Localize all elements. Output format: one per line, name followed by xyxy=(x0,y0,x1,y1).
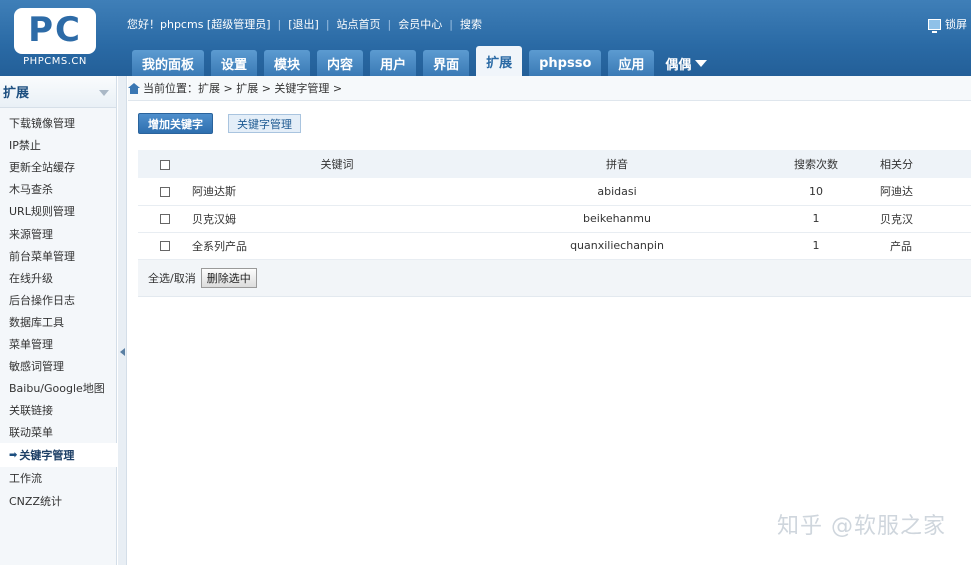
cell-related: 贝克汉 xyxy=(880,212,913,226)
home-icon[interactable] xyxy=(128,82,140,94)
sidebar-item-linkage-menu[interactable]: 联动菜单 xyxy=(0,421,116,443)
collapse-icon[interactable] xyxy=(99,90,109,96)
main-content: 当前位置：扩展 > 扩展 > 关键字管理 > 增加关键字 关键字管理 关键词 拼… xyxy=(128,76,971,565)
cell-count: 1 xyxy=(812,239,820,252)
sidebar-item-sources[interactable]: 来源管理 xyxy=(0,222,116,244)
sidebar-item-update-cache[interactable]: 更新全站缓存 xyxy=(0,156,116,178)
monitor-icon xyxy=(928,18,941,33)
sidebar-item-keywords[interactable]: ➡ 关键字管理 xyxy=(0,443,117,468)
cell-count: 1 xyxy=(812,212,820,225)
phpcms-logo[interactable]: PC PHPCMS.CN xyxy=(14,8,96,68)
logo-text: PHPCMS.CN xyxy=(23,56,87,67)
tab-extensions[interactable]: 扩展 xyxy=(476,46,523,76)
sidebar-item-online-upgrade[interactable]: 在线升级 xyxy=(0,267,116,289)
sidebar-splitter[interactable] xyxy=(118,76,127,565)
logout-link[interactable]: [退出] xyxy=(288,16,319,32)
cell-count: 10 xyxy=(809,184,823,198)
chevron-down-icon xyxy=(695,59,708,67)
table-row: 阿迪达斯 abidasi 10 阿迪达 xyxy=(138,178,971,205)
cell-pinyin: quanxiliechanpin xyxy=(570,239,664,252)
tab-modules[interactable]: 模块 xyxy=(264,50,311,76)
action-toolbar: 增加关键字 关键字管理 xyxy=(138,113,301,134)
dropdown-label: 偶偶 xyxy=(665,57,692,73)
table-row: 全系列产品 quanxiliechanpin 1 产品 xyxy=(138,232,971,259)
keyword-table-wrap: 关键词 拼音 搜索次数 相关分 阿迪达斯 abidasi 10 阿迪达 贝克汉姆 xyxy=(138,150,971,260)
cell-pinyin: beikehanmu xyxy=(583,212,651,225)
greeting-text: 您好！phpcms [超级管理员] xyxy=(127,18,271,31)
cell-keyword: 全系列产品 xyxy=(192,239,247,253)
tab-more-dropdown[interactable]: 偶偶 xyxy=(661,50,711,76)
sidebar-item-sensitive-words[interactable]: 敏感词管理 xyxy=(0,355,116,377)
search-link[interactable]: 搜索 xyxy=(460,16,482,32)
row-checkbox[interactable] xyxy=(160,241,170,251)
tab-phpsso[interactable]: phpsso xyxy=(529,50,602,76)
sidebar-item-url-rules[interactable]: URL规则管理 xyxy=(0,200,116,222)
breadcrumb: 当前位置：扩展 > 扩展 > 关键字管理 > xyxy=(128,76,971,101)
site-home-link[interactable]: 站点首页 xyxy=(337,16,381,32)
select-all-toggle[interactable]: 全选/取消 xyxy=(148,270,196,286)
tab-apps[interactable]: 应用 xyxy=(608,50,655,76)
table-header-row: 关键词 拼音 搜索次数 相关分 xyxy=(138,150,971,178)
row-checkbox[interactable] xyxy=(160,214,170,224)
sidebar: 扩展 下载镜像管理 IP禁止 更新全站缓存 木马查杀 URL规则管理 来源管理 … xyxy=(0,76,117,565)
sidebar-item-related-links[interactable]: 关联链接 xyxy=(0,399,116,421)
keyword-table: 关键词 拼音 搜索次数 相关分 阿迪达斯 abidasi 10 阿迪达 贝克汉姆 xyxy=(138,150,971,260)
header-search-count: 搜索次数 xyxy=(794,158,838,171)
delete-selected-button[interactable]: 删除选中 xyxy=(200,268,257,288)
logo-letters: PC xyxy=(28,10,82,50)
sidebar-item-database-tools[interactable]: 数据库工具 xyxy=(0,311,116,333)
cell-keyword: 贝克汉姆 xyxy=(192,212,236,226)
arrow-right-icon: ➡ xyxy=(9,449,18,461)
sidebar-item-front-menu[interactable]: 前台菜单管理 xyxy=(0,245,116,267)
header-keyword: 关键词 xyxy=(320,158,354,171)
tab-content[interactable]: 内容 xyxy=(317,50,364,76)
sidebar-item-label: 关键字管理 xyxy=(19,449,75,463)
sidebar-item-ip-ban[interactable]: IP禁止 xyxy=(0,134,116,156)
tab-users[interactable]: 用户 xyxy=(370,50,417,76)
sidebar-item-maps[interactable]: Baibu/Google地图 xyxy=(0,377,116,399)
cell-related: 阿迪达 xyxy=(880,185,913,199)
main-nav: 我的面板 设置 模块 内容 用户 界面 扩展 phpsso 应用 偶偶 xyxy=(132,46,718,76)
member-center-link[interactable]: 会员中心 xyxy=(398,16,442,32)
row-checkbox[interactable] xyxy=(160,186,170,197)
tab-settings[interactable]: 设置 xyxy=(211,50,258,76)
header-related: 相关分 xyxy=(880,158,913,171)
top-links-bar: 您好！phpcms [超级管理员] | [退出] | 站点首页 | 会员中心 |… xyxy=(127,16,482,32)
sidebar-item-trojan-scan[interactable]: 木马查杀 xyxy=(0,178,116,200)
lock-screen-button[interactable]: 锁屏 xyxy=(928,16,967,33)
table-footer-bar: 全选/取消 删除选中 xyxy=(138,260,971,297)
sidebar-item-menu-manage[interactable]: 菜单管理 xyxy=(0,333,116,355)
sidebar-item-admin-log[interactable]: 后台操作日志 xyxy=(0,289,116,311)
sidebar-item-workflow[interactable]: 工作流 xyxy=(0,467,116,489)
sidebar-menu: 下载镜像管理 IP禁止 更新全站缓存 木马查杀 URL规则管理 来源管理 前台菜… xyxy=(0,108,117,512)
chevron-left-icon[interactable] xyxy=(120,348,125,356)
add-keyword-button[interactable]: 增加关键字 xyxy=(138,113,213,134)
watermark: 知乎 @软服之家 xyxy=(777,514,946,539)
select-all-checkbox[interactable] xyxy=(160,159,170,170)
cell-keyword: 阿迪达斯 xyxy=(192,185,236,199)
keyword-manage-button[interactable]: 关键字管理 xyxy=(228,114,301,133)
sidebar-title: 扩展 xyxy=(3,86,30,101)
breadcrumb-text: 当前位置：扩展 > 扩展 > 关键字管理 > xyxy=(143,82,343,95)
tab-my-panel[interactable]: 我的面板 xyxy=(132,50,205,76)
sidebar-header[interactable]: 扩展 xyxy=(0,76,116,108)
sidebar-item-download-mirror[interactable]: 下载镜像管理 xyxy=(0,112,116,134)
sidebar-item-cnzz[interactable]: CNZZ统计 xyxy=(0,490,116,512)
cell-related: 产品 xyxy=(890,239,912,253)
top-header: PC PHPCMS.CN 您好！phpcms [超级管理员] | [退出] | … xyxy=(0,0,971,76)
header-pinyin: 拼音 xyxy=(606,158,628,171)
cell-pinyin: abidasi xyxy=(597,184,637,198)
lock-screen-label: 锁屏 xyxy=(945,18,967,31)
tab-interface[interactable]: 界面 xyxy=(423,50,470,76)
table-row: 贝克汉姆 beikehanmu 1 贝克汉 xyxy=(138,205,971,232)
